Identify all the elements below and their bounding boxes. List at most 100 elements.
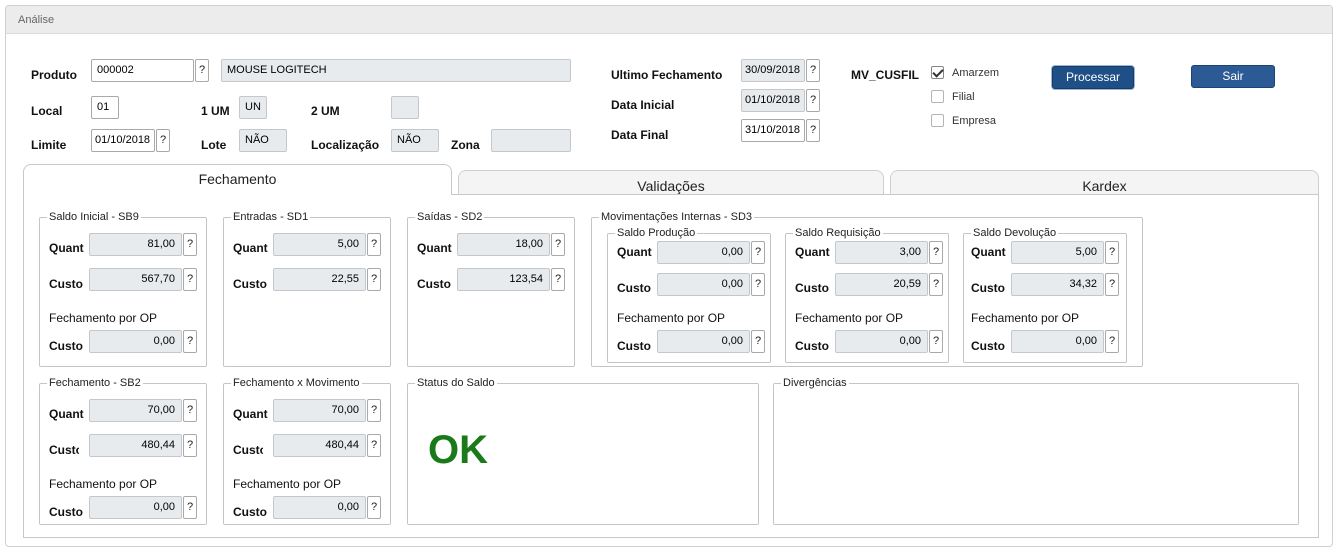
status-ok-text: OK (428, 428, 488, 472)
custo-label: Custo (617, 281, 651, 295)
zona-label: Zona (451, 138, 480, 152)
quant-label: Quant (617, 245, 652, 259)
custo-label: Custo (417, 277, 451, 291)
group-title: Saídas - SD2 (415, 211, 485, 223)
group-title: Status do Saldo (415, 377, 497, 389)
help-button[interactable]: ? (183, 496, 197, 519)
tab-fechamento[interactable]: Fechamento (23, 164, 452, 195)
custo-label: Custo (795, 339, 829, 353)
help-button[interactable]: ? (183, 268, 197, 291)
help-button[interactable]: ? (367, 434, 381, 457)
help-button[interactable]: ? (751, 330, 765, 353)
filial-checkbox[interactable]: Filial (931, 90, 975, 103)
localizacao-field: NÃO (391, 129, 439, 152)
group-title: Entradas - SD1 (231, 211, 311, 223)
lote-field: NÃO (239, 129, 287, 152)
saldo-inicial-custo-op-field: 0,00 (89, 330, 182, 353)
um2-label: 2 UM (311, 104, 340, 118)
fechamento-mov-quant-field: 70,00 (273, 399, 366, 422)
help-button[interactable]: ? (551, 233, 565, 256)
local-input[interactable]: 01 (91, 96, 119, 119)
produto-code-input[interactable]: 000002 (91, 59, 194, 82)
group-title: Fechamento x Movimento (231, 377, 362, 389)
data-final-input[interactable]: 31/10/2018 (741, 119, 805, 142)
group-title: Fechamento - SB2 (47, 377, 143, 389)
zona-field (491, 129, 571, 152)
limite-label: Limite (31, 138, 67, 152)
processar-button[interactable]: Processar (1052, 66, 1134, 89)
help-button[interactable]: ? (183, 233, 197, 256)
tab-validacoes[interactable]: Validações (458, 170, 884, 195)
produto-lookup-button[interactable]: ? (195, 59, 209, 82)
checkbox-checked-icon (931, 66, 944, 79)
saldo-requisicao-custo-op-field: 0,00 (835, 330, 928, 353)
ultimo-fechamento-lookup-button[interactable]: ? (806, 59, 820, 82)
um2-field (391, 96, 419, 119)
group-title: Divergências (781, 377, 849, 389)
help-button[interactable]: ? (929, 273, 943, 296)
custo-label: Custo (49, 505, 83, 519)
custo-label: Custo (233, 505, 267, 519)
fechamento-op-label: Fechamento por OP (49, 477, 158, 491)
help-button[interactable]: ? (367, 233, 381, 256)
um1-field: UN (239, 96, 267, 119)
custo-label: Custo (49, 443, 79, 457)
help-button[interactable]: ? (367, 399, 381, 422)
help-button[interactable]: ? (751, 241, 765, 264)
custo-label: Custo (795, 281, 829, 295)
fechamento-op-label: Fechamento por OP (617, 311, 726, 325)
data-inicial-field: 01/10/2018 (741, 89, 805, 112)
help-button[interactable]: ? (1105, 330, 1119, 353)
help-button[interactable]: ? (367, 496, 381, 519)
saldo-producao-custo-op-field: 0,00 (657, 330, 750, 353)
group-title: Saldo Inicial - SB9 (47, 211, 141, 223)
limite-input[interactable]: 01/10/2018 (91, 129, 155, 152)
quant-label: Quant (233, 407, 268, 421)
saldo-producao-quant-field: 0,00 (657, 241, 750, 264)
data-inicial-lookup-button[interactable]: ? (806, 89, 820, 112)
help-button[interactable]: ? (183, 330, 197, 353)
quant-label: Quant (795, 245, 830, 259)
fechamento-mov-custo-field: 480,44 (273, 434, 366, 457)
saldo-devolucao-quant-field: 5,00 (1011, 241, 1104, 264)
amarzem-checkbox[interactable]: Amarzem (931, 66, 999, 79)
help-button[interactable]: ? (551, 268, 565, 291)
window-title: Análise (18, 14, 55, 26)
entradas-quant-field: 5,00 (273, 233, 366, 256)
help-button[interactable]: ? (183, 399, 197, 422)
sair-button[interactable]: Sair (1191, 65, 1275, 88)
tab-kardex[interactable]: Kardex (890, 170, 1319, 195)
help-button[interactable]: ? (183, 434, 197, 457)
um1-label: 1 UM (201, 104, 230, 118)
quant-label: Quant (417, 241, 452, 255)
empresa-label: Empresa (952, 114, 997, 127)
data-final-lookup-button[interactable]: ? (806, 119, 820, 142)
help-button[interactable]: ? (1105, 241, 1119, 264)
saldo-devolucao-custo-op-field: 0,00 (1011, 330, 1104, 353)
custo-label: Custo (617, 339, 651, 353)
help-button[interactable]: ? (367, 268, 381, 291)
mv-cusfil-label: MV_CUSFIL (851, 68, 920, 82)
divergencias-group: Divergências (773, 377, 1299, 525)
help-button[interactable]: ? (1105, 273, 1119, 296)
limite-lookup-button[interactable]: ? (156, 129, 170, 152)
saidas-quant-field: 18,00 (457, 233, 550, 256)
custo-label: Custo (971, 281, 1005, 295)
lote-label: Lote (201, 138, 227, 152)
help-button[interactable]: ? (751, 273, 765, 296)
fechamento-sb2-custo-field: 480,44 (89, 434, 182, 457)
help-button[interactable]: ? (929, 330, 943, 353)
data-final-label: Data Final (611, 128, 669, 142)
checkbox-unchecked-icon (931, 90, 944, 103)
local-label: Local (31, 104, 63, 118)
custo-label: Custo (233, 277, 267, 291)
empresa-checkbox[interactable]: Empresa (931, 114, 996, 127)
ultimo-fechamento-label: Ultimo Fechamento (611, 68, 723, 82)
produto-label: Produto (31, 68, 77, 82)
fechamento-sb2-custo-op-field: 0,00 (89, 496, 182, 519)
saldo-inicial-quant-field: 81,00 (89, 233, 182, 256)
saldo-requisicao-quant-field: 3,00 (835, 241, 928, 264)
custo-label: Custo (49, 277, 83, 291)
help-button[interactable]: ? (929, 241, 943, 264)
produto-description-field: MOUSE LOGITECH (221, 59, 571, 82)
